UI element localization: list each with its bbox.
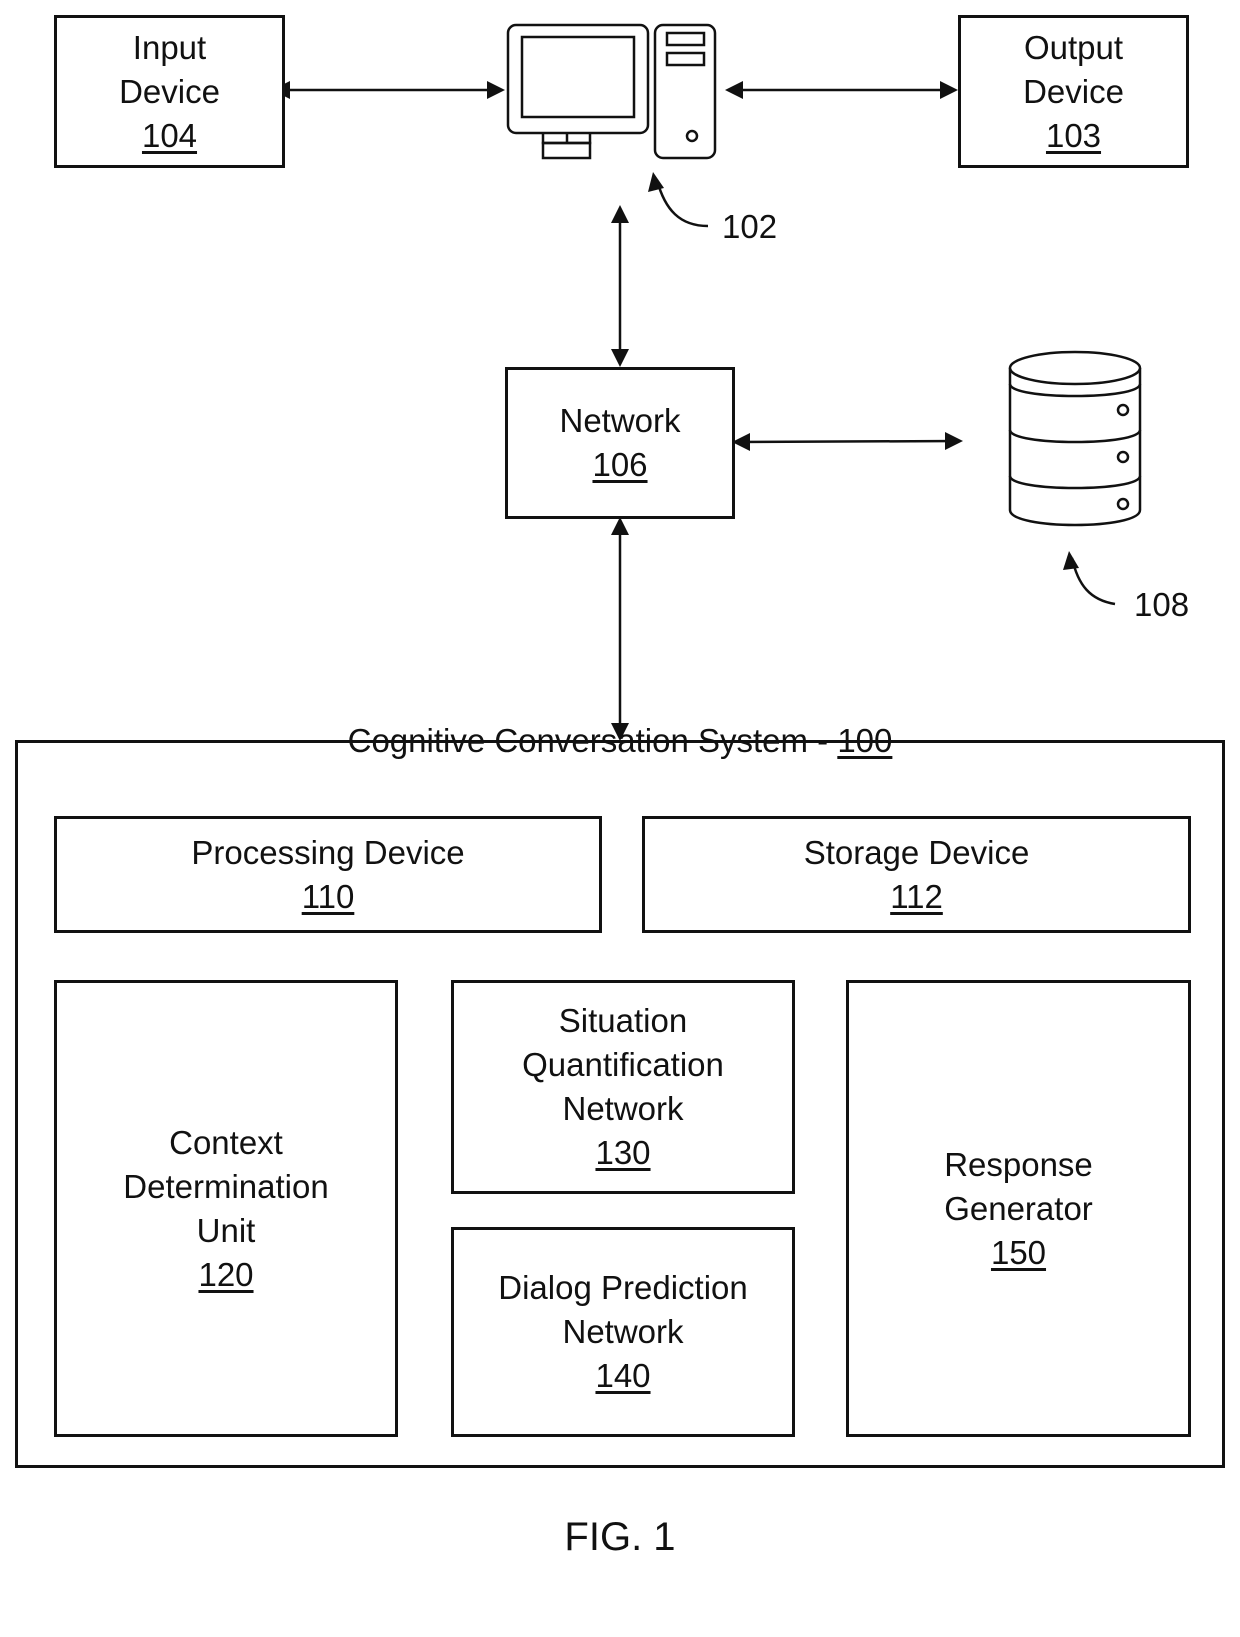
arrow-computer-output [725, 81, 958, 99]
figure-label: FIG. 1 [564, 1515, 676, 1559]
computer-icon [506, 23, 717, 160]
arrow-input-computer [272, 81, 505, 99]
storage-device-box: Storage Device 112 [642, 816, 1191, 933]
system-ref: 100 [837, 722, 893, 759]
dialog-network-line2: Network [562, 1313, 684, 1350]
input-device-box: Input Device 104 [54, 15, 285, 168]
situation-network-ref: 130 [595, 1134, 651, 1171]
arrow-network-system [611, 517, 629, 741]
network-ref: 106 [592, 446, 648, 483]
computer-ref-label: 102 [722, 208, 778, 245]
context-unit-line2: Determination [123, 1167, 329, 1205]
response-generator-line2: Generator [944, 1189, 1093, 1227]
processing-device-box: Processing Device 110 [54, 816, 602, 933]
output-device-label-line2: Device [1023, 72, 1124, 110]
response-generator-box: Response Generator 150 [846, 980, 1191, 1437]
dialog-network-ref: 140 [595, 1357, 651, 1394]
storage-device-ref: 112 [890, 877, 943, 915]
system-title: Cognitive Conversation System - 100 [15, 722, 1225, 760]
database-ref-label: 108 [1134, 586, 1190, 623]
output-device-label-line1: Output [1023, 28, 1124, 66]
network-box: Network 106 [505, 367, 735, 519]
response-generator-ref: 150 [990, 1233, 1047, 1271]
database-icon [1008, 350, 1142, 527]
processing-device-ref: 110 [301, 877, 355, 915]
input-device-label-line2: Device [119, 72, 220, 110]
callout-108 [1063, 551, 1116, 606]
situation-quantification-network-box: Situation Quantification Network 130 [451, 980, 795, 1194]
situation-network-line3: Network [562, 1090, 684, 1127]
output-device-box: Output Device 103 [958, 15, 1189, 168]
response-generator-line1: Response [944, 1145, 1093, 1183]
storage-device-label: Storage Device [803, 833, 1030, 871]
processing-device-label: Processing Device [191, 833, 465, 871]
system-title-text: Cognitive Conversation System - [347, 722, 838, 759]
context-unit-line3: Unit [196, 1211, 256, 1249]
dialog-network-line1: Dialog Prediction [498, 1269, 748, 1306]
context-determination-unit-box: Context Determination Unit 120 [54, 980, 398, 1437]
context-unit-ref: 120 [198, 1255, 254, 1293]
output-device-ref: 103 [1045, 116, 1102, 154]
arrow-network-database [732, 432, 963, 451]
situation-network-line2: Quantification [522, 1046, 724, 1083]
network-label: Network [559, 402, 681, 439]
situation-network-line1: Situation [558, 1002, 688, 1039]
arrow-computer-network [611, 205, 629, 367]
callout-102 [648, 172, 709, 228]
input-device-label-line1: Input [132, 28, 207, 66]
dialog-prediction-network-box: Dialog Prediction Network 140 [451, 1227, 795, 1437]
context-unit-line1: Context [169, 1123, 283, 1161]
input-device-ref: 104 [141, 116, 198, 154]
